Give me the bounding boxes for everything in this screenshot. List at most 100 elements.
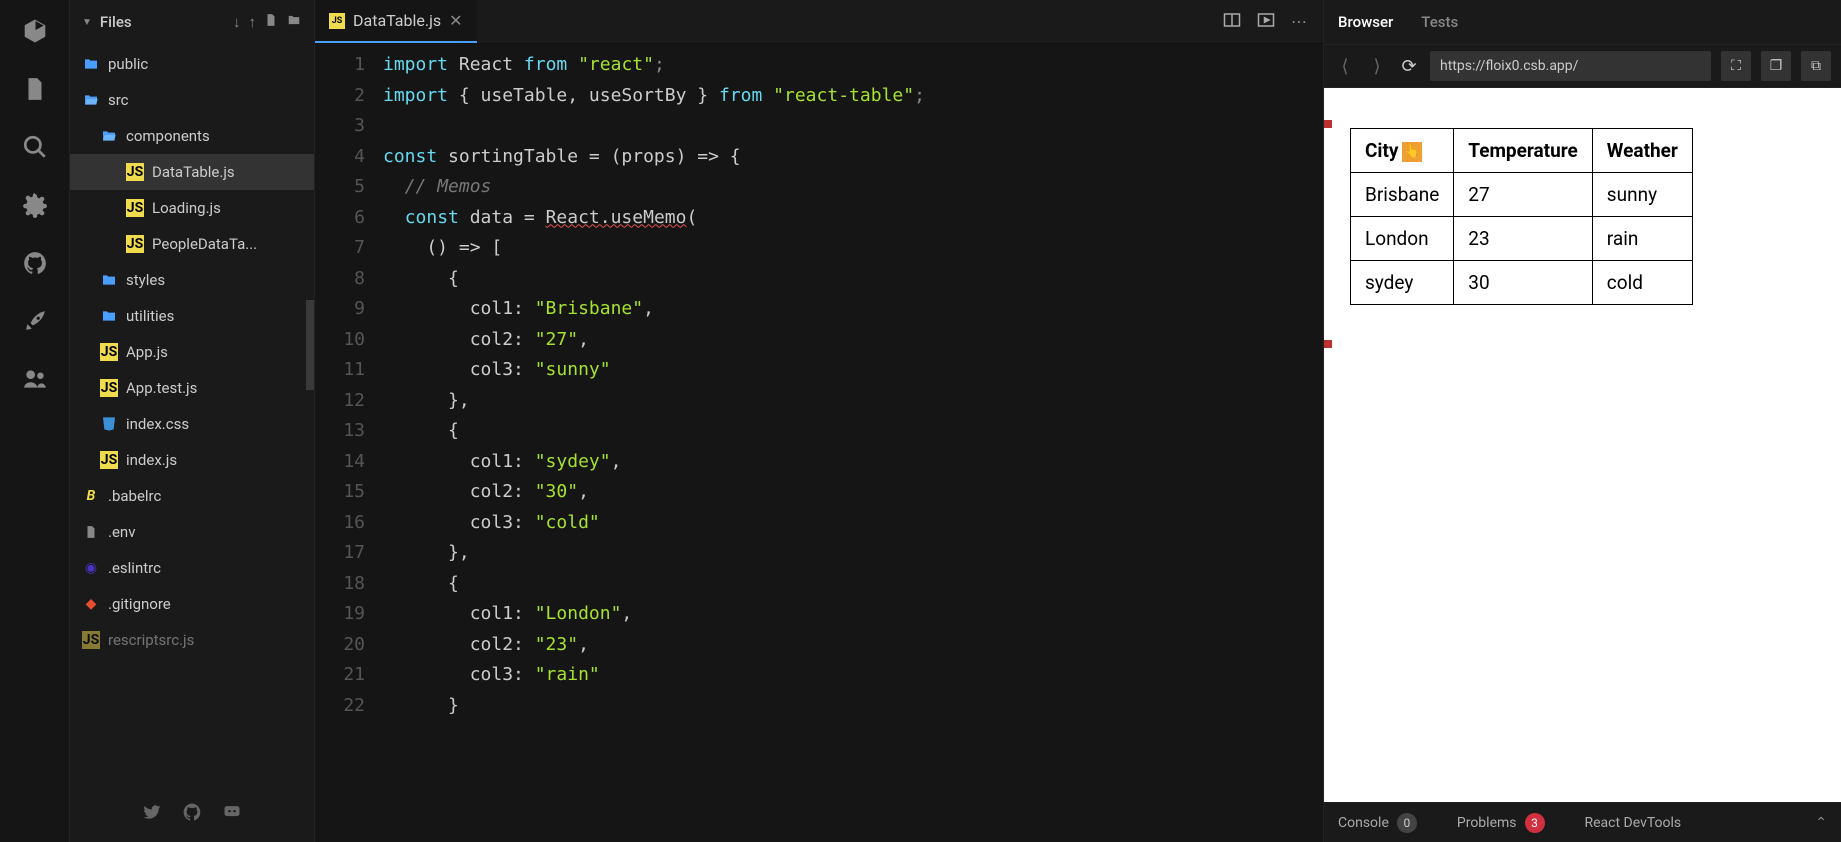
sort-indicator-icon: 👆 <box>1402 142 1422 162</box>
problems-count-badge: 3 <box>1525 813 1545 833</box>
tree-item--babelrc[interactable]: B .babelrc <box>70 478 314 514</box>
tree-item-app-js[interactable]: JSApp.js <box>70 334 314 370</box>
table-header-weather[interactable]: Weather <box>1592 129 1692 173</box>
tree-item--gitignore[interactable]: ◆.gitignore <box>70 586 314 622</box>
folder-icon <box>82 55 100 73</box>
code-content[interactable]: import React from "react";import { useTa… <box>383 50 1323 842</box>
upload-icon[interactable]: ↑ <box>249 13 257 31</box>
tree-item-label: PeopleDataTa... <box>152 235 257 253</box>
github-footer-icon[interactable] <box>182 802 202 826</box>
cube-icon[interactable] <box>22 18 48 44</box>
table-row: London23rain <box>1351 217 1693 261</box>
error-marker <box>1324 340 1332 348</box>
code-editor[interactable]: 12345678910111213141516171819202122 impo… <box>315 44 1323 842</box>
tree-item-label: rescriptsrc.js <box>108 631 194 649</box>
table-header-temperature[interactable]: Temperature <box>1454 129 1593 173</box>
babel-file-icon: B <box>82 487 100 505</box>
table-header-row: City👆TemperatureWeather <box>1351 129 1693 173</box>
scrollbar-thumb[interactable] <box>306 300 314 390</box>
chevron-down-icon[interactable]: ▼ <box>82 17 92 28</box>
tree-item-label: styles <box>126 271 165 289</box>
js-file-icon: JS <box>126 199 144 217</box>
new-folder-icon[interactable] <box>286 13 302 31</box>
discord-icon[interactable] <box>222 802 242 826</box>
tree-item-label: components <box>126 127 210 145</box>
data-table: City👆TemperatureWeather Brisbane27sunnyL… <box>1350 128 1693 305</box>
preview-tab-tests[interactable]: Tests <box>1421 13 1458 31</box>
download-icon[interactable]: ↓ <box>233 13 241 31</box>
users-icon[interactable] <box>22 366 48 392</box>
tree-item-loading-js[interactable]: JSLoading.js <box>70 190 314 226</box>
tree-item-src[interactable]: src <box>70 82 314 118</box>
tree-item-public[interactable]: public <box>70 46 314 82</box>
git-file-icon: ◆ <box>82 595 100 613</box>
table-cell: sydey <box>1351 261 1454 305</box>
table-cell: London <box>1351 217 1454 261</box>
js-file-icon: JS <box>126 235 144 253</box>
url-text: https://floix0.csb.app/ <box>1440 58 1578 74</box>
expand-icon[interactable]: ⛶ <box>1721 51 1751 81</box>
tree-item-label: src <box>108 91 129 109</box>
preview-tab-browser[interactable]: Browser <box>1338 13 1393 31</box>
tree-item--eslintrc[interactable]: ◉.eslintrc <box>70 550 314 586</box>
tree-item-utilities[interactable]: utilities <box>70 298 314 334</box>
file-explorer-header: ▼ Files ↓ ↑ <box>70 0 314 44</box>
tree-item-label: .env <box>108 523 135 541</box>
table-cell: 30 <box>1454 261 1593 305</box>
table-row: sydey30cold <box>1351 261 1693 305</box>
tree-item-label: DataTable.js <box>152 163 235 181</box>
activity-bar <box>0 0 70 842</box>
file-icon[interactable] <box>22 76 48 102</box>
preview-bottom-bar: Console 0 Problems 3 React DevTools ⌃ <box>1324 802 1841 842</box>
js-file-icon: JS <box>329 13 345 29</box>
tree-item-index-js[interactable]: JSindex.js <box>70 442 314 478</box>
nav-forward-icon[interactable]: ⟩ <box>1366 56 1388 77</box>
console-tab[interactable]: Console 0 <box>1338 813 1417 833</box>
eslint-file-icon: ◉ <box>82 559 100 577</box>
tree-item-datatable-js[interactable]: JS DataTable.js <box>70 154 314 190</box>
reload-icon[interactable]: ⟳ <box>1398 56 1420 77</box>
open-new-icon[interactable]: ⧉ <box>1801 51 1831 81</box>
table-cell: Brisbane <box>1351 173 1454 217</box>
table-cell: rain <box>1592 217 1692 261</box>
console-count-badge: 0 <box>1397 813 1417 833</box>
problems-tab[interactable]: Problems 3 <box>1457 813 1545 833</box>
preview-window-icon[interactable] <box>1257 12 1275 32</box>
more-icon[interactable]: ⋯ <box>1291 12 1307 31</box>
url-bar[interactable]: https://floix0.csb.app/ <box>1430 51 1711 81</box>
editor-tab-label: DataTable.js <box>353 11 441 30</box>
table-cell: 23 <box>1454 217 1593 261</box>
tree-item-peopledatata-[interactable]: JS PeopleDataTa... <box>70 226 314 262</box>
split-layout-icon[interactable] <box>1223 12 1241 32</box>
new-file-icon[interactable] <box>264 12 278 32</box>
copy-window-icon[interactable]: ❐ <box>1761 51 1791 81</box>
sidebar-title: Files <box>100 13 132 31</box>
folder-icon <box>100 271 118 289</box>
js-file-icon: JS <box>126 163 144 181</box>
nav-back-icon[interactable]: ⟨ <box>1334 56 1356 77</box>
twitter-icon[interactable] <box>142 802 162 826</box>
tree-item-label: .babelrc <box>108 487 161 505</box>
preview-iframe[interactable]: City👆TemperatureWeather Brisbane27sunnyL… <box>1324 88 1841 802</box>
tree-item--env[interactable]: .env <box>70 514 314 550</box>
tree-item-app-test-js[interactable]: JSApp.test.js <box>70 370 314 406</box>
tree-item-components[interactable]: components <box>70 118 314 154</box>
table-header-city[interactable]: City👆 <box>1351 129 1454 173</box>
editor-tabs: JS DataTable.js ✕ ⋯ <box>315 0 1323 44</box>
search-icon[interactable] <box>22 134 48 160</box>
file-icon <box>82 523 100 541</box>
editor-tab-active[interactable]: JS DataTable.js ✕ <box>315 0 477 43</box>
tree-item-rescriptsrc-js[interactable]: JSrescriptsrc.js <box>70 622 314 658</box>
rocket-icon[interactable] <box>22 308 48 334</box>
github-icon[interactable] <box>22 250 48 276</box>
tree-item-index-css[interactable]: index.css <box>70 406 314 442</box>
sidebar-footer <box>70 786 314 842</box>
close-icon[interactable]: ✕ <box>449 11 462 30</box>
chevron-up-icon[interactable]: ⌃ <box>1815 815 1827 831</box>
tree-item-styles[interactable]: styles <box>70 262 314 298</box>
tree-item-label: index.js <box>126 451 177 469</box>
tree-item-label: index.css <box>126 415 189 433</box>
gear-icon[interactable] <box>22 192 48 218</box>
react-devtools-tab[interactable]: React DevTools <box>1585 815 1682 831</box>
error-marker <box>1324 120 1332 128</box>
